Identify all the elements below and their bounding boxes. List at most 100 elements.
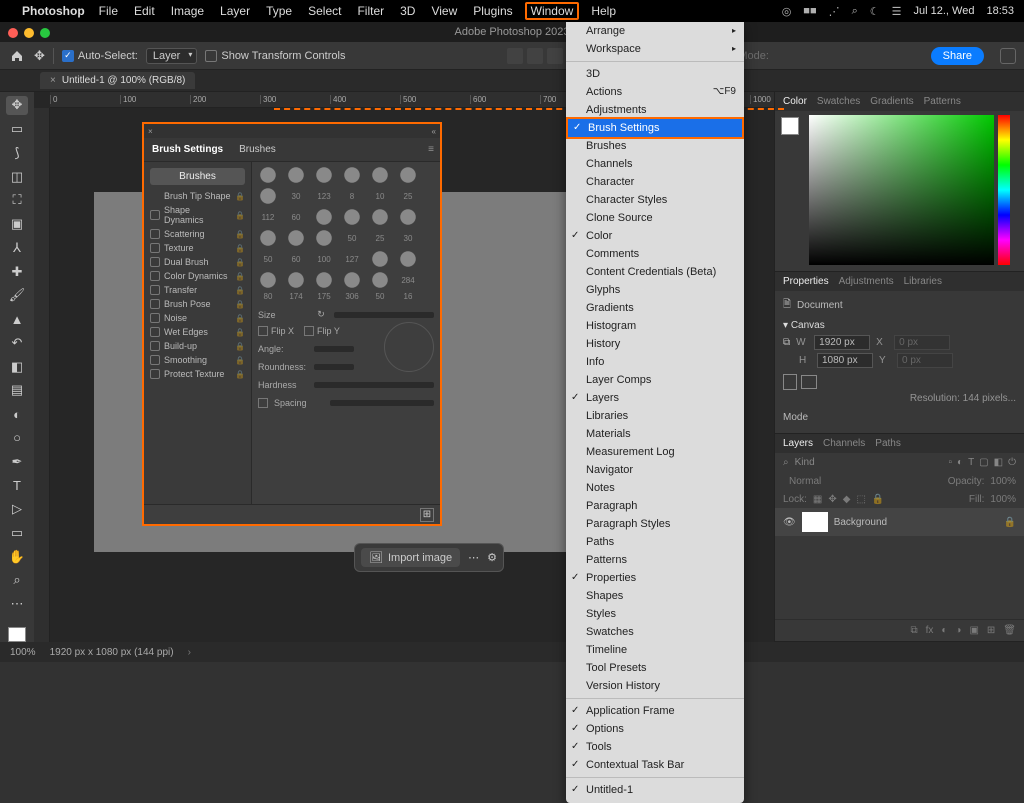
wifi-icon[interactable]: ⋰ [829, 5, 840, 18]
search-icon[interactable]: ⌕ [852, 5, 858, 18]
menu-item-brush-settings[interactable]: Brush Settings [566, 117, 744, 139]
show-transform-checkbox[interactable]: Show Transform Controls [205, 50, 345, 62]
filter-type-icon[interactable]: T [968, 457, 974, 468]
move-tool[interactable]: ✥ [6, 96, 28, 115]
brush-tip[interactable] [286, 271, 306, 289]
collapse-panel-icon[interactable]: « [432, 127, 436, 136]
tab-libraries[interactable]: Libraries [904, 276, 942, 287]
layer-row[interactable]: 👁 Background 🔒 [775, 508, 1024, 536]
pen-tool[interactable]: ✒ [6, 452, 28, 471]
zoom-tool[interactable]: ⌕ [6, 571, 28, 590]
tab-brush-settings[interactable]: Brush Settings [150, 140, 225, 159]
tab-gradients[interactable]: Gradients [870, 96, 913, 107]
align-icon[interactable] [527, 48, 543, 64]
control-center-icon[interactable]: ☰ [892, 5, 902, 18]
crop-tool[interactable]: ⛶ [6, 191, 28, 210]
brushes-button[interactable]: Brushes [150, 168, 245, 185]
dodge-tool[interactable]: ○ [6, 429, 28, 448]
layer-name[interactable]: Background [834, 517, 887, 528]
height-input[interactable]: 1080 px [817, 353, 873, 368]
brush-tip[interactable] [398, 208, 418, 226]
menu-item-contextual-task-bar[interactable]: Contextual Task Bar [566, 756, 744, 774]
lock-icon[interactable]: 🔒 [872, 494, 884, 505]
menu-item-gradients[interactable]: Gradients [566, 299, 744, 317]
healing-tool[interactable]: ✚ [6, 262, 28, 281]
menu-item-glyphs[interactable]: Glyphs [566, 281, 744, 299]
brush-tip[interactable] [398, 250, 418, 268]
shape-tool[interactable]: ▭ [6, 524, 28, 543]
fill-input[interactable]: 100% [990, 494, 1016, 505]
tab-brushes[interactable]: Brushes [237, 140, 278, 159]
spacing-slider[interactable] [330, 400, 434, 406]
menu-item-color[interactable]: Color [566, 227, 744, 245]
menu-item-3d[interactable]: 3D [566, 65, 744, 83]
frame-tool[interactable]: ▣ [6, 215, 28, 234]
brush-option-row[interactable]: Scattering🔒 [144, 227, 251, 241]
menu-type[interactable]: Type [266, 4, 292, 18]
menu-file[interactable]: File [99, 4, 118, 18]
gradient-tool[interactable]: ▤ [6, 381, 28, 400]
width-input[interactable]: 1920 px [814, 335, 870, 350]
brush-tip[interactable] [342, 271, 362, 289]
brush-option-row[interactable]: Dual Brush🔒 [144, 255, 251, 269]
brush-tip[interactable] [370, 271, 390, 289]
lock-all-icon[interactable]: ▦ [813, 494, 822, 505]
menu-item-paragraph-styles[interactable]: Paragraph Styles [566, 515, 744, 533]
panel-menu-icon[interactable]: ≡ [428, 144, 434, 155]
tab-adjustments[interactable]: Adjustments [839, 276, 894, 287]
group-icon[interactable]: ▣ [969, 625, 978, 636]
hue-slider[interactable] [998, 115, 1010, 265]
menu-item-layer-comps[interactable]: Layer Comps [566, 371, 744, 389]
menu-item-histogram[interactable]: Histogram [566, 317, 744, 335]
brush-tip[interactable] [258, 229, 278, 247]
filter-smart-icon[interactable]: ◧ [994, 457, 1003, 468]
menu-item-materials[interactable]: Materials [566, 425, 744, 443]
menubar-time[interactable]: 18:53 [986, 5, 1014, 17]
brush-tip[interactable] [398, 166, 418, 184]
brush-option-row[interactable]: Transfer🔒 [144, 283, 251, 297]
menubar-date[interactable]: Jul 12., Wed [914, 5, 975, 17]
menu-3d[interactable]: 3D [400, 4, 415, 18]
brush-tip[interactable] [286, 229, 306, 247]
opacity-input[interactable]: 100% [990, 476, 1016, 487]
import-image-button[interactable]: 🖼Import image [361, 548, 460, 567]
brush-option-row[interactable]: Shape Dynamics🔒 [144, 203, 251, 227]
brush-tip[interactable] [314, 229, 334, 247]
menu-item-clone-source[interactable]: Clone Source [566, 209, 744, 227]
battery-icon[interactable]: ■■ [803, 5, 816, 17]
link-layers-icon[interactable]: ⧉ [910, 625, 917, 636]
menu-item-shapes[interactable]: Shapes [566, 587, 744, 605]
size-slider[interactable] [334, 312, 434, 318]
menu-window[interactable]: Window [525, 2, 580, 20]
lasso-tool[interactable]: ⟆ [6, 144, 28, 163]
canvas-section[interactable]: Canvas [791, 320, 825, 331]
menu-item-brushes[interactable]: Brushes [566, 137, 744, 155]
marquee-tool[interactable]: ▭ [6, 120, 28, 139]
roundness-input[interactable] [314, 364, 354, 370]
doc-size[interactable]: 1920 px x 1080 px (144 ppi) [50, 647, 174, 658]
visibility-icon[interactable]: 👁 [783, 517, 796, 528]
document-tab[interactable]: ×Untitled-1 @ 100% (RGB/8) [40, 72, 195, 89]
menu-item-libraries[interactable]: Libraries [566, 407, 744, 425]
brush-tip[interactable] [314, 166, 334, 184]
contextual-task-bar[interactable]: 🖼Import image ⋯ ⚙ [354, 543, 504, 572]
menu-item-patterns[interactable]: Patterns [566, 551, 744, 569]
blur-tool[interactable]: ◐ [6, 405, 28, 424]
more-icon[interactable]: ⋯ [468, 551, 479, 564]
flipx-checkbox[interactable]: Flip X [258, 326, 294, 336]
menu-item-untitled-1[interactable]: Untitled-1 [566, 781, 744, 799]
brush-option-row[interactable]: Protect Texture🔒 [144, 367, 251, 381]
portrait-icon[interactable] [783, 374, 797, 390]
brush-option-row[interactable]: Noise🔒 [144, 311, 251, 325]
menu-item-paths[interactable]: Paths [566, 533, 744, 551]
brush-option-row[interactable]: Brush Tip Shape🔒 [144, 189, 251, 203]
close-tab-icon[interactable]: × [50, 75, 56, 86]
align-icon[interactable] [507, 48, 523, 64]
menu-item-content-credentials-beta-[interactable]: Content Credentials (Beta) [566, 263, 744, 281]
mask-icon[interactable]: ◐ [941, 625, 947, 636]
brush-angle-preview[interactable] [384, 322, 434, 372]
eraser-tool[interactable]: ◧ [6, 357, 28, 376]
menu-select[interactable]: Select [308, 4, 341, 18]
brush-tip[interactable] [370, 250, 390, 268]
minimize-window-button[interactable] [24, 28, 34, 38]
